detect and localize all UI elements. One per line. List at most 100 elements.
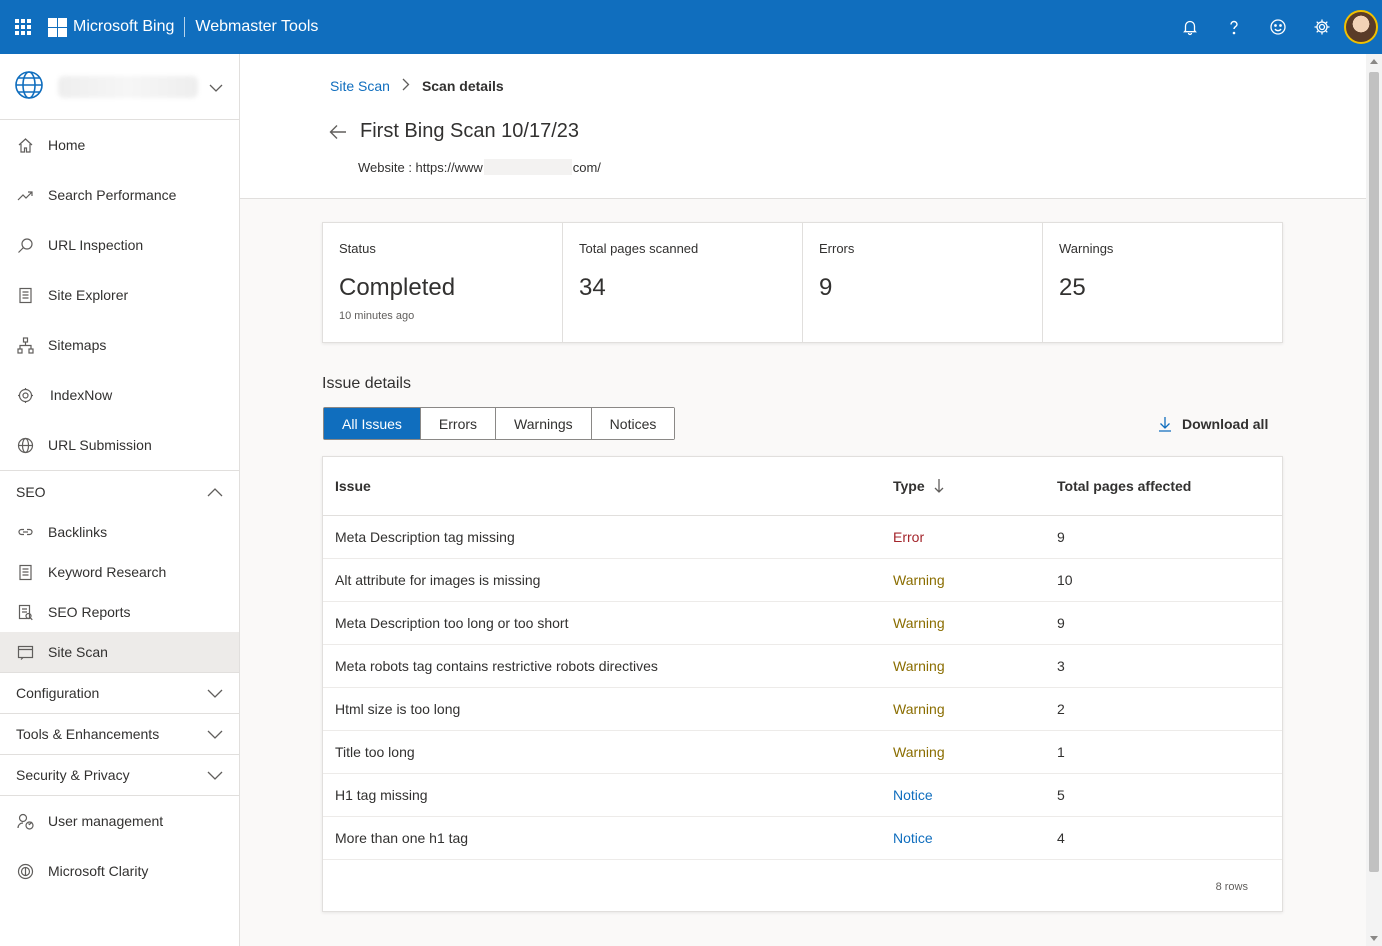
table-body: Meta Description tag missing Error 9 Alt at… xyxy=(323,516,1282,860)
section-tools-enhancements[interactable]: Tools & Enhancements xyxy=(0,713,239,754)
brand-name[interactable]: Microsoft Bing xyxy=(73,18,174,36)
pages-affected: 9 xyxy=(1057,529,1065,545)
section-label: Tools & Enhancements xyxy=(16,726,160,742)
sidebar-item-user-management[interactable]: User management xyxy=(0,796,239,846)
sidebar-item-label: Backlinks xyxy=(48,524,108,540)
tab-all-issues[interactable]: All Issues xyxy=(324,408,421,439)
sidebar-item-indexnow[interactable]: IndexNow xyxy=(0,370,239,420)
tab-errors[interactable]: Errors xyxy=(420,408,497,439)
stat-label: Warnings xyxy=(1059,241,1114,256)
back-arrow-icon[interactable] xyxy=(328,122,348,142)
url-redacted xyxy=(483,159,572,175)
waffle-icon[interactable] xyxy=(0,0,46,54)
sidebar-item-label: Search Performance xyxy=(48,187,177,203)
issue-type: Notice xyxy=(893,830,933,846)
issue-name: Alt attribute for images is missing xyxy=(335,572,541,588)
chevron-down-icon[interactable] xyxy=(207,767,223,783)
chevron-down-icon[interactable] xyxy=(207,726,223,742)
settings-gear-icon[interactable] xyxy=(1300,0,1344,54)
table-row[interactable]: More than one h1 tag Notice 4 xyxy=(323,817,1282,860)
chevron-down-icon[interactable] xyxy=(207,685,223,701)
tab-warnings[interactable]: Warnings xyxy=(496,408,592,439)
column-header-issue[interactable]: Issue xyxy=(323,478,893,494)
sidebar-item-label: Microsoft Clarity xyxy=(48,863,149,879)
stat-value: Completed xyxy=(339,274,456,301)
user-settings-icon xyxy=(16,812,34,830)
sidebar-item-backlinks[interactable]: Backlinks xyxy=(0,512,239,552)
issue-type: Error xyxy=(893,529,925,545)
table-row[interactable]: Meta Description too long or too short Wa… xyxy=(323,602,1282,645)
table-row[interactable]: Title too long Warning 1 xyxy=(323,731,1282,774)
sidebar-item-url-submission[interactable]: URL Submission xyxy=(0,420,239,470)
stat-value: 9 xyxy=(819,274,833,301)
table-row[interactable]: Meta Description tag missing Error 9 xyxy=(323,516,1282,559)
pages-affected: 3 xyxy=(1057,658,1065,674)
vertical-scrollbar[interactable] xyxy=(1366,54,1382,946)
sidebar-item-site-scan[interactable]: Site Scan xyxy=(0,632,239,672)
download-all-button[interactable]: Download all xyxy=(1158,416,1268,432)
stats-card: Status Completed 10 minutes ago Total pa… xyxy=(322,222,1283,343)
report-icon xyxy=(16,603,34,621)
table-row[interactable]: Alt attribute for images is missing Warni… xyxy=(323,559,1282,602)
search-icon xyxy=(16,236,34,254)
scroll-up-icon[interactable] xyxy=(1370,59,1378,64)
help-icon[interactable] xyxy=(1212,0,1256,54)
title-row: First Bing Scan 10/17/23 xyxy=(328,120,579,143)
sidebar-item-label: Site Scan xyxy=(48,644,108,660)
column-header-pages[interactable]: Total pages affected xyxy=(1057,478,1282,494)
table-row[interactable]: Meta robots tag contains restrictive rob… xyxy=(323,645,1282,688)
page-header: Site Scan Scan details First Bing Scan 1… xyxy=(240,54,1366,199)
feedback-smiley-icon[interactable] xyxy=(1256,0,1300,54)
table-row[interactable]: Html size is too long Warning 2 xyxy=(323,688,1282,731)
sidebar-item-home[interactable]: Home xyxy=(0,120,239,170)
sidebar-item-site-explorer[interactable]: Site Explorer xyxy=(0,270,239,320)
pages-affected: 1 xyxy=(1057,744,1065,760)
sidebar-item-label: SEO Reports xyxy=(48,604,131,620)
sidebar-item-label: URL Submission xyxy=(48,437,152,453)
scroll-down-icon[interactable] xyxy=(1370,936,1378,941)
breadcrumb-site-scan[interactable]: Site Scan xyxy=(330,78,390,94)
row-count: 8 rows xyxy=(1215,881,1248,893)
avatar[interactable] xyxy=(1344,10,1378,44)
section-security-privacy[interactable]: Security & Privacy xyxy=(0,754,239,795)
link-icon xyxy=(16,523,34,541)
sidebar-item-search-performance[interactable]: Search Performance xyxy=(0,170,239,220)
breadcrumb-current: Scan details xyxy=(421,78,504,94)
table-header: Issue Type Total pages affected xyxy=(323,457,1282,516)
sidebar-item-seo-reports[interactable]: SEO Reports xyxy=(0,592,239,632)
tab-notices[interactable]: Notices xyxy=(591,408,675,439)
section-label: Configuration xyxy=(16,685,100,701)
sidebar-item-microsoft-clarity[interactable]: Microsoft Clarity xyxy=(0,846,239,896)
stat-subtext: 10 minutes ago xyxy=(339,310,415,322)
stat-value: 34 xyxy=(579,274,606,301)
trend-icon xyxy=(16,186,34,204)
issues-table: Issue Type Total pages affected Meta Des… xyxy=(322,456,1283,912)
section-configuration[interactable]: Configuration xyxy=(0,672,239,713)
section-seo[interactable]: SEO xyxy=(0,470,239,512)
issue-name: More than one h1 tag xyxy=(335,830,469,846)
chevron-down-icon[interactable] xyxy=(209,79,223,95)
issue-name: Title too long xyxy=(335,744,415,760)
sidebar-item-label: User management xyxy=(48,813,164,829)
sidebar-item-keyword-research[interactable]: Keyword Research xyxy=(0,552,239,592)
pages-affected: 5 xyxy=(1057,787,1065,803)
sidebar-item-sitemaps[interactable]: Sitemaps xyxy=(0,320,239,370)
sidebar-item-label: Site Explorer xyxy=(48,287,129,303)
home-icon xyxy=(16,136,34,154)
download-icon xyxy=(1159,417,1171,432)
column-header-type[interactable]: Type xyxy=(893,478,1057,494)
sidebar-item-url-inspection[interactable]: URL Inspection xyxy=(0,220,239,270)
chevron-up-icon[interactable] xyxy=(207,484,223,500)
issue-type: Warning xyxy=(893,701,945,717)
site-picker[interactable] xyxy=(0,54,239,120)
sidebar-item-label: Sitemaps xyxy=(48,337,107,353)
table-row[interactable]: H1 tag missing Notice 5 xyxy=(323,774,1282,817)
website-suffix: com/ xyxy=(572,159,601,175)
page-title: First Bing Scan 10/17/23 xyxy=(360,120,580,142)
product-name[interactable]: Webmaster Tools xyxy=(195,18,318,36)
issue-name: H1 tag missing xyxy=(335,787,428,803)
scan-icon xyxy=(16,643,34,661)
scrollbar-thumb[interactable] xyxy=(1369,72,1379,872)
bell-icon[interactable] xyxy=(1168,0,1212,54)
pages-affected: 9 xyxy=(1057,615,1065,631)
